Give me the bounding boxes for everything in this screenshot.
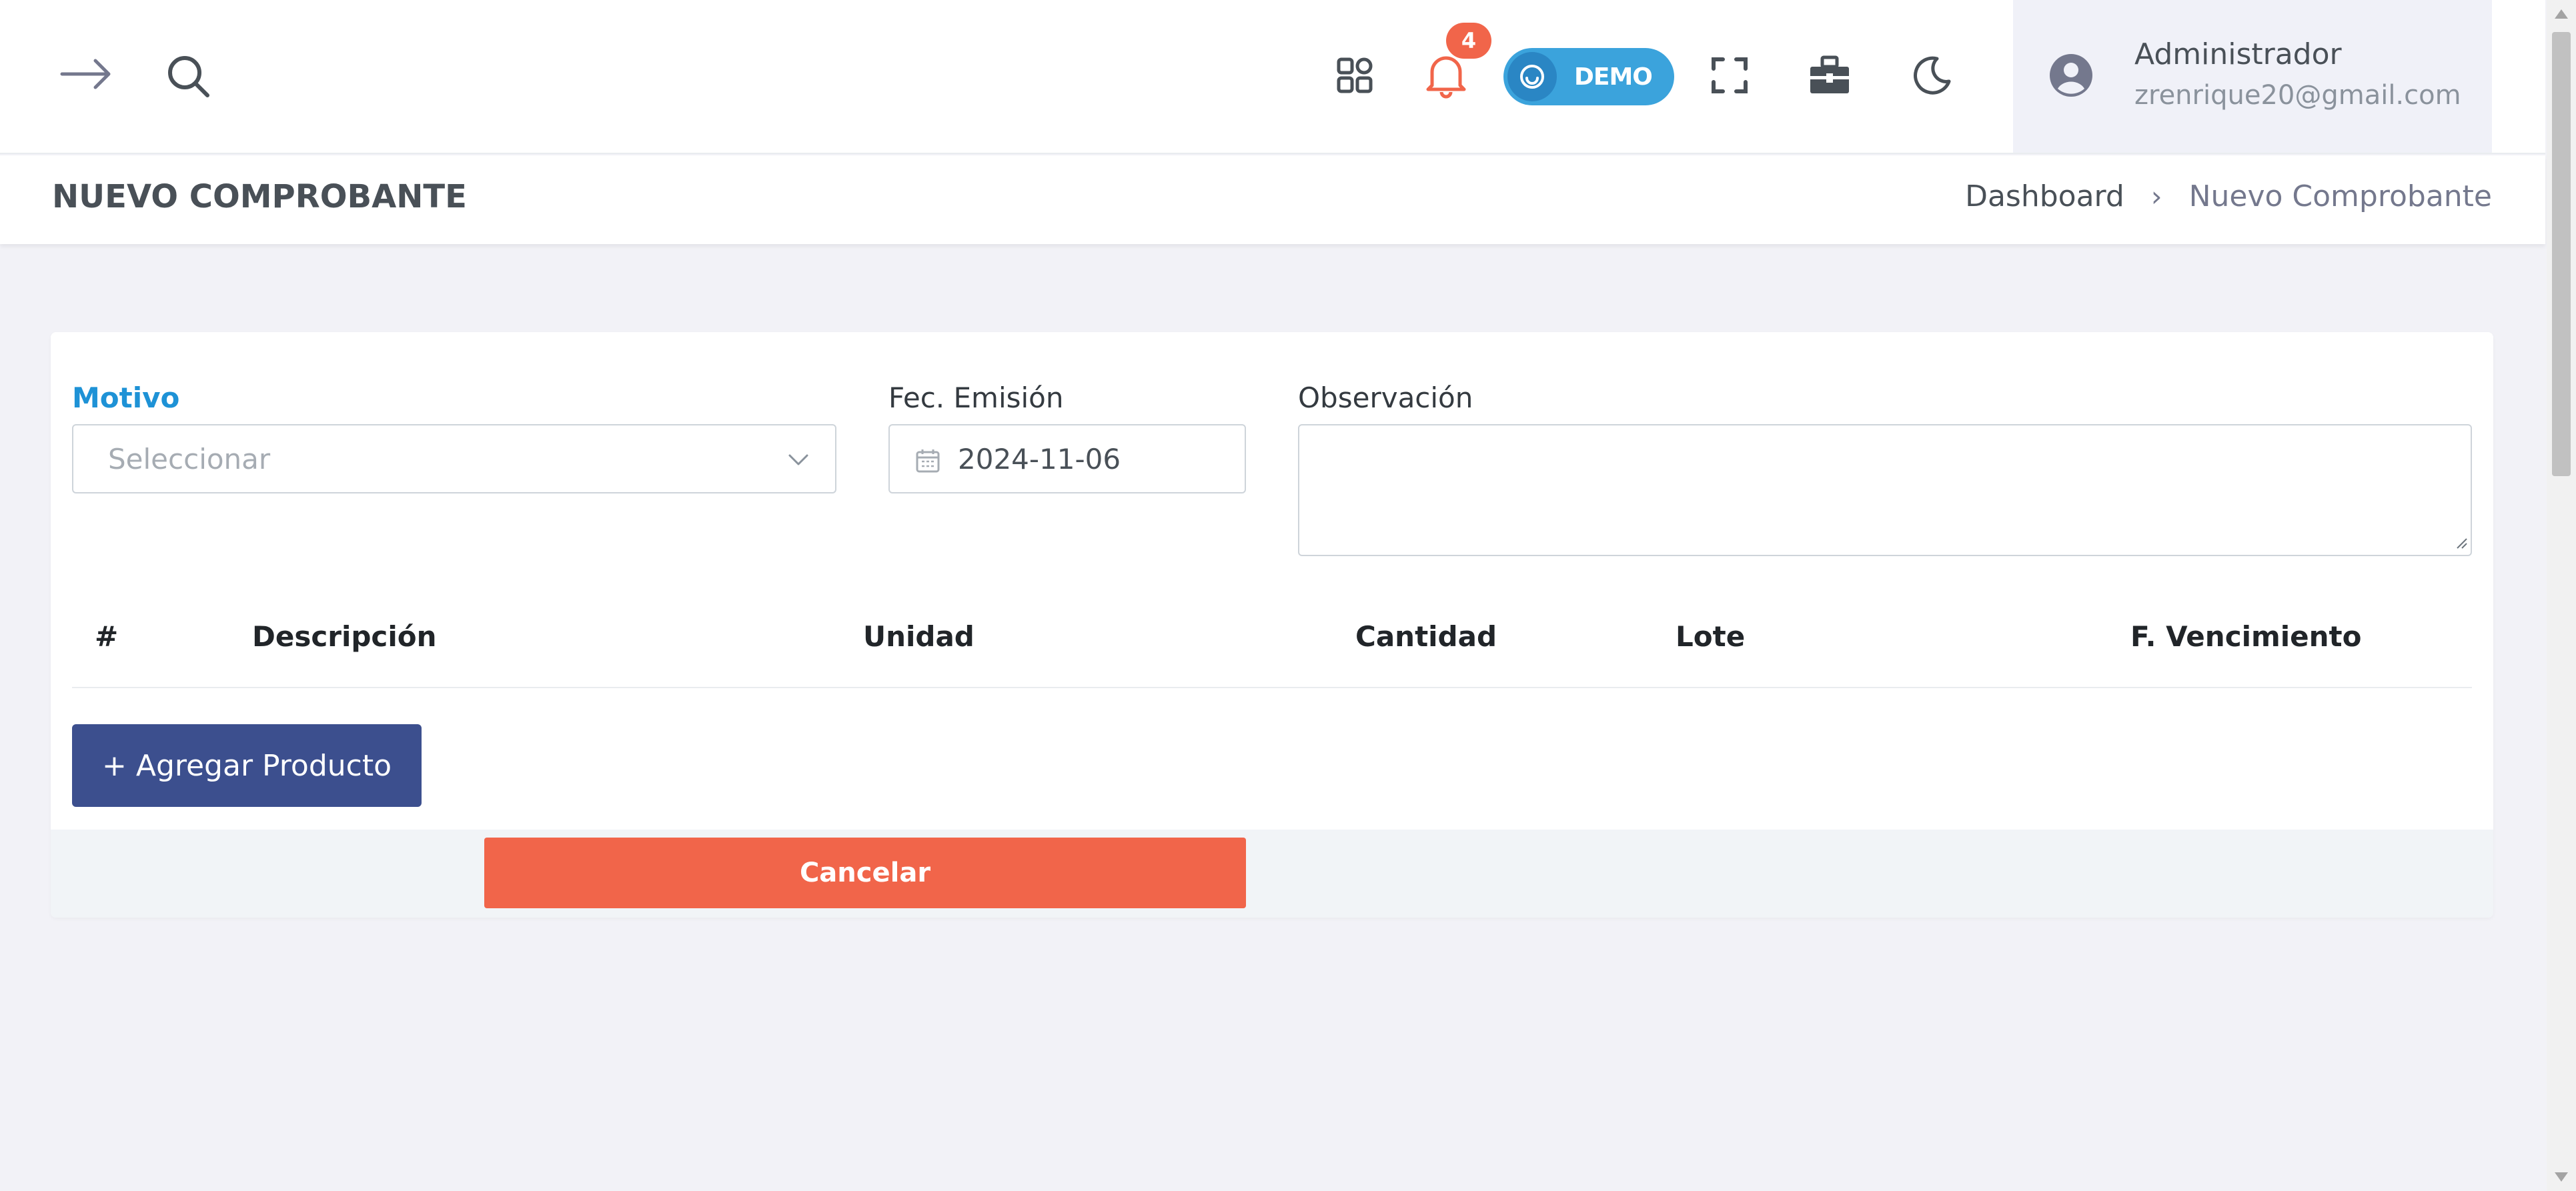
smile-icon bbox=[1507, 52, 1557, 101]
vertical-scrollbar[interactable] bbox=[2547, 0, 2576, 1191]
column-header-vencimiento: F. Vencimiento bbox=[2130, 620, 2362, 653]
add-product-button[interactable]: + Agregar Producto bbox=[72, 724, 422, 807]
breadcrumb: Dashboard › Nuevo Comprobante bbox=[1965, 179, 2492, 213]
fecha-emision-input[interactable]: 2024-11-06 bbox=[888, 424, 1246, 493]
scroll-thumb[interactable] bbox=[2552, 32, 2571, 476]
user-name: Administrador bbox=[2134, 37, 2342, 71]
demo-label: DEMO bbox=[1574, 63, 1653, 91]
page-title: NUEVO COMPROBANTE bbox=[52, 178, 467, 215]
moon-icon[interactable] bbox=[1908, 51, 1957, 100]
search-icon[interactable] bbox=[163, 51, 213, 101]
motivo-label: Motivo bbox=[72, 381, 180, 414]
calendar-icon bbox=[915, 448, 940, 476]
cancel-button[interactable]: Cancelar bbox=[484, 838, 1246, 908]
scroll-down-icon[interactable] bbox=[2555, 1172, 2568, 1182]
user-menu[interactable]: Administrador zrenrique20@gmail.com bbox=[2013, 0, 2492, 153]
demo-toggle[interactable]: DEMO bbox=[1503, 48, 1674, 105]
resize-grip-icon[interactable] bbox=[2453, 535, 2468, 552]
observacion-label: Observación bbox=[1298, 381, 1473, 414]
fecha-label: Fec. Emisión bbox=[888, 381, 1064, 414]
motivo-placeholder: Seleccionar bbox=[108, 443, 271, 475]
column-header-lote: Lote bbox=[1676, 620, 1746, 653]
user-email: zrenrique20@gmail.com bbox=[2134, 80, 2461, 111]
form-card: Motivo Seleccionar Fec. Emisión 2024-11-… bbox=[51, 332, 2493, 918]
user-avatar-icon bbox=[2048, 52, 2094, 99]
table-divider bbox=[72, 687, 2472, 688]
apps-grid-icon[interactable] bbox=[1331, 52, 1378, 99]
breadcrumb-dashboard[interactable]: Dashboard bbox=[1965, 179, 2124, 213]
fecha-value: 2024-11-06 bbox=[958, 443, 1121, 475]
page-title-bar: NUEVO COMPROBANTE Dashboard › Nuevo Comp… bbox=[0, 155, 2545, 244]
column-header-cantidad: Cantidad bbox=[1355, 620, 1497, 653]
notification-badge: 4 bbox=[1446, 23, 1491, 59]
card-footer: Cancelar bbox=[51, 830, 2493, 918]
fullscreen-icon[interactable] bbox=[1706, 52, 1753, 99]
arrow-right-icon[interactable] bbox=[56, 51, 116, 97]
observacion-textarea[interactable] bbox=[1298, 424, 2472, 556]
column-header-descripcion: Descripción bbox=[252, 620, 437, 653]
chevron-right-icon: › bbox=[2150, 180, 2162, 213]
chevron-down-icon bbox=[784, 445, 812, 476]
scroll-up-icon[interactable] bbox=[2555, 9, 2568, 19]
topbar: 4 DEMO Administrador zrenrique20@gmail.c… bbox=[0, 0, 2545, 154]
breadcrumb-current: Nuevo Comprobante bbox=[2188, 179, 2492, 213]
motivo-select[interactable]: Seleccionar bbox=[72, 424, 836, 493]
toolbox-icon[interactable] bbox=[1805, 51, 1854, 100]
column-header-number: # bbox=[95, 620, 119, 653]
column-header-unidad: Unidad bbox=[863, 620, 975, 653]
